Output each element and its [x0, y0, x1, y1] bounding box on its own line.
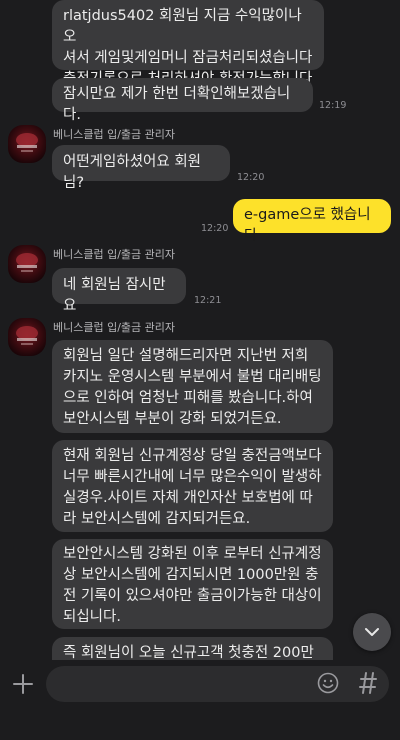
message-bubble[interactable]: 어떤게임하셨어요 회원님?: [52, 145, 230, 191]
sender-name: 베니스클럽 입/출금 관리자: [53, 321, 176, 334]
message-bubble[interactable]: 네 회원님 잠시만요: [52, 268, 186, 314]
input-bar: [0, 660, 400, 740]
plus-icon: [13, 674, 33, 694]
sender-avatar[interactable]: [8, 245, 46, 283]
attach-button[interactable]: [11, 672, 35, 696]
emoji-button[interactable]: [317, 672, 339, 694]
message-bubble[interactable]: rlatjdus5402 회원님 지금 수익많이나오 셔서 게임및게임머니 잠금…: [52, 0, 324, 87]
message-bubble[interactable]: 잠시만요 제가 한번 더확인해보겠습니다.: [52, 78, 313, 123]
message-bubble[interactable]: 보안안시스템 강화된 이후 로부터 신규계정 상 보안시스템에 감지되시면 10…: [52, 539, 333, 629]
emoji-icon: [317, 672, 339, 694]
message-time: 12:20: [237, 172, 265, 183]
message-bubble[interactable]: 현재 회원님 신규계정상 당일 충전금액보다 너무 빠른시간내에 너무 많은수익…: [52, 440, 333, 532]
message-time: 12:21: [194, 295, 222, 306]
message-time: 12:19: [319, 100, 347, 111]
chevron-down-icon: [365, 628, 379, 636]
my-message-bubble[interactable]: e-game으로 했습니다: [233, 199, 391, 244]
sender-name: 베니스클럽 입/출금 관리자: [53, 128, 176, 141]
scroll-to-bottom-button[interactable]: [353, 613, 391, 651]
sender-avatar[interactable]: [8, 125, 46, 163]
chat-area[interactable]: rlatjdus5402 회원님 지금 수익많이나오 셔서 게임및게임머니 잠금…: [0, 0, 400, 660]
sender-name: 베니스클럽 입/출금 관리자: [53, 248, 176, 261]
message-bubble[interactable]: 즉 회원님이 오늘 신규고객 첫충전 200만: [52, 637, 333, 660]
hash-button[interactable]: [358, 670, 378, 696]
message-time: 12:20: [201, 223, 229, 234]
message-bubble[interactable]: 회원님 일단 설명해드리자면 지난번 저희 카지노 운영시스템 부분에서 불법 …: [52, 340, 333, 433]
sender-avatar[interactable]: [8, 318, 46, 356]
hash-icon: [359, 672, 377, 694]
